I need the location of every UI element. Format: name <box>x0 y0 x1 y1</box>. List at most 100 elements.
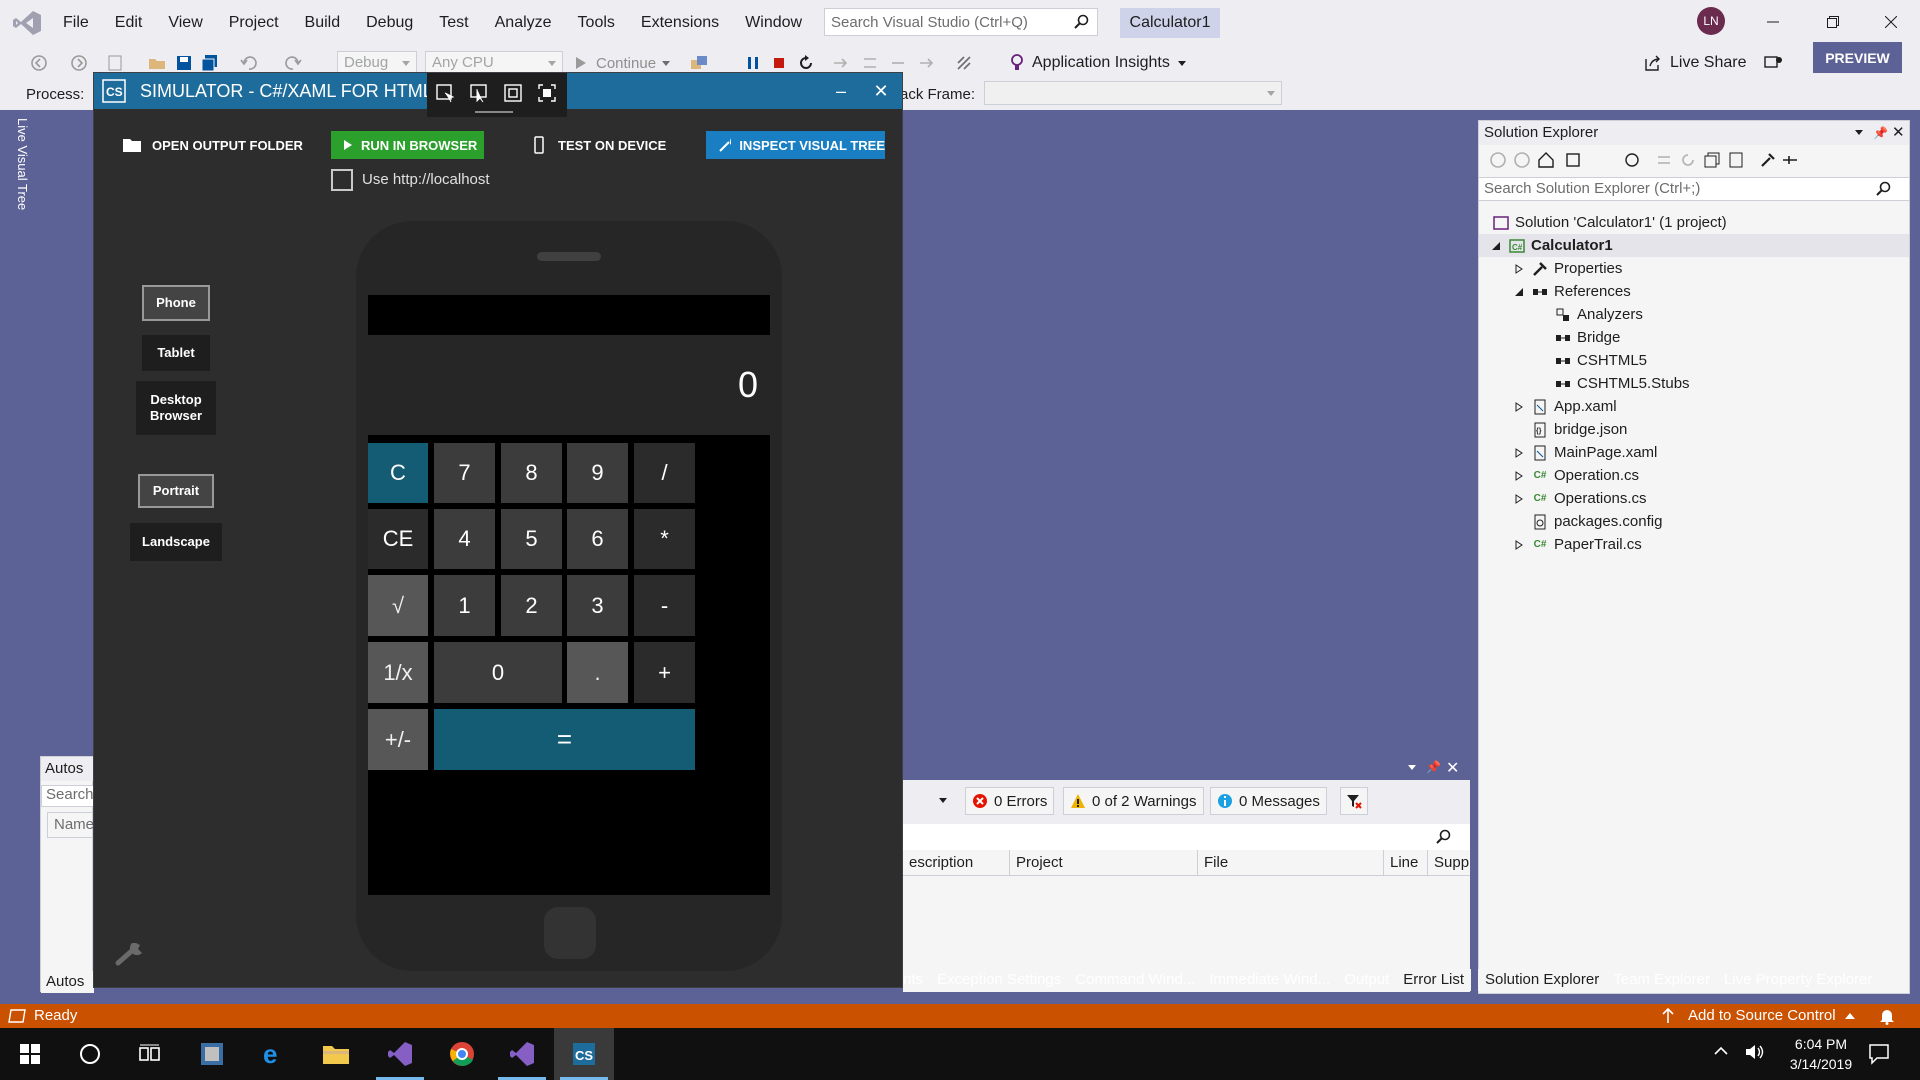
phone-home-button[interactable] <box>544 907 596 959</box>
forward-icon[interactable] <box>1513 151 1531 169</box>
collapsed-arrow-icon[interactable] <box>1512 492 1526 506</box>
expanded-arrow-icon[interactable] <box>1512 285 1526 299</box>
inspect-visual-tree-button[interactable]: INSPECT VISUAL TREE <box>706 131 885 159</box>
tree-item-app-xaml[interactable]: App.xaml <box>1479 395 1909 418</box>
undo-icon[interactable] <box>240 54 258 72</box>
file-explorer-icon[interactable] <box>306 1028 366 1080</box>
tab-error-list[interactable]: Error List <box>1396 969 1472 991</box>
key-subtract[interactable]: - <box>634 575 695 636</box>
display-layout-icon[interactable] <box>503 83 522 102</box>
key-divide[interactable]: / <box>634 443 695 503</box>
device-phone-button[interactable]: Phone <box>142 285 210 321</box>
key-clear[interactable]: C <box>368 443 428 503</box>
tree-item-properties[interactable]: Properties <box>1479 257 1909 280</box>
tree-item-bridge-json[interactable]: {} bridge.json <box>1479 418 1909 441</box>
tree-item-cshtml5[interactable]: CSHTML5 <box>1479 349 1909 372</box>
redo-icon[interactable] <box>284 54 302 72</box>
key-1[interactable]: 1 <box>434 575 495 636</box>
add-to-source-control-button[interactable]: Add to Source Control <box>1688 1004 1836 1028</box>
action-center-icon[interactable] <box>1868 1043 1890 1065</box>
menu-build[interactable]: Build <box>292 0 354 46</box>
save-icon[interactable] <box>175 54 193 72</box>
tab-solution-explorer[interactable]: Solution Explorer <box>1478 969 1607 991</box>
scope-dropdown-arrow-icon[interactable] <box>939 798 947 803</box>
autos-search-input[interactable]: Search <box>41 785 94 807</box>
key-negate[interactable]: +/- <box>368 709 428 770</box>
test-on-device-button[interactable]: TEST ON DEVICE <box>534 131 666 159</box>
key-clear-entry[interactable]: CE <box>368 509 428 569</box>
key-0[interactable]: 0 <box>434 642 562 703</box>
tab-live-property-explorer[interactable]: Live Property Explorer <box>1717 969 1879 991</box>
window-menu-icon[interactable] <box>1855 130 1863 135</box>
pause-icon[interactable] <box>744 54 762 72</box>
preview-selected-icon[interactable] <box>1781 151 1799 169</box>
process-icon[interactable] <box>690 54 708 72</box>
device-desktop-browser-button[interactable]: Desktop Browser <box>136 381 216 435</box>
settings-wrench-icon[interactable] <box>114 937 150 967</box>
tree-item-papertrail-cs[interactable]: C# PaperTrail.cs <box>1479 533 1909 556</box>
pin-icon[interactable]: 📌 <box>1873 121 1888 145</box>
cortana-search-icon[interactable] <box>60 1028 120 1080</box>
column-file[interactable]: File <box>1197 850 1383 876</box>
menu-extensions[interactable]: Extensions <box>628 0 732 46</box>
back-icon[interactable] <box>1489 151 1507 169</box>
simulator-close-button[interactable]: ✕ <box>861 73 901 109</box>
minimize-button[interactable] <box>1745 0 1801 44</box>
step-into-icon[interactable] <box>862 54 880 72</box>
restart-icon[interactable] <box>797 54 815 72</box>
forward-icon[interactable] <box>70 54 88 72</box>
quick-launch-search-input[interactable]: Search Visual Studio (Ctrl+Q) <box>824 8 1098 36</box>
pending-changes-icon[interactable] <box>1623 151 1641 169</box>
new-project-icon[interactable] <box>106 54 124 72</box>
close-panel-icon[interactable]: ✕ <box>1446 758 1459 778</box>
preview-button[interactable]: PREVIEW <box>1813 42 1902 73</box>
edge-browser-icon[interactable]: e <box>244 1028 304 1080</box>
menu-window[interactable]: Window <box>732 0 815 46</box>
tree-item-packages-config[interactable]: packages.config <box>1479 510 1909 533</box>
key-decimal[interactable]: . <box>567 642 628 703</box>
menu-project[interactable]: Project <box>216 0 292 46</box>
step-over-icon[interactable] <box>890 54 908 72</box>
show-hidden-icons-chevron-icon[interactable] <box>1714 1046 1728 1056</box>
clear-filter-button[interactable] <box>1340 787 1368 815</box>
chrome-browser-icon[interactable] <box>432 1028 492 1080</box>
tree-item-project[interactable]: C# Calculator1 <box>1479 234 1909 257</box>
tab-output[interactable]: Output <box>1337 969 1396 991</box>
key-7[interactable]: 7 <box>434 443 495 503</box>
messages-filter-button[interactable]: 0 Messages <box>1210 787 1327 815</box>
tree-item-operations-cs[interactable]: C# Operations.cs <box>1479 487 1909 510</box>
collapsed-arrow-icon[interactable] <box>1512 446 1526 460</box>
orientation-landscape-button[interactable]: Landscape <box>130 523 222 561</box>
key-5[interactable]: 5 <box>501 509 562 569</box>
column-suppression[interactable]: Supp <box>1427 850 1470 876</box>
close-window-button[interactable] <box>1863 0 1919 44</box>
app-taskbar-icon[interactable] <box>182 1028 242 1080</box>
restore-button[interactable] <box>1805 0 1861 44</box>
live-share-button[interactable]: Live Share <box>1644 46 1747 80</box>
tree-item-cshtml5-stubs[interactable]: CSHTML5.Stubs <box>1479 372 1909 395</box>
menu-debug[interactable]: Debug <box>353 0 426 46</box>
key-4[interactable]: 4 <box>434 509 495 569</box>
key-multiply[interactable]: * <box>634 509 695 569</box>
pointer-icon[interactable] <box>469 83 487 103</box>
collapsed-arrow-icon[interactable] <box>1512 469 1526 483</box>
key-2[interactable]: 2 <box>501 575 562 636</box>
visual-studio-taskbar-icon[interactable] <box>370 1028 430 1080</box>
task-view-icon[interactable] <box>120 1028 180 1080</box>
error-list-menu-icon[interactable] <box>1408 765 1416 770</box>
open-output-folder-button[interactable]: OPEN OUTPUT FOLDER <box>122 131 303 159</box>
close-panel-icon[interactable]: ✕ <box>1892 121 1905 145</box>
stack-frame-dropdown[interactable] <box>984 81 1282 105</box>
autos-tab[interactable]: Autos <box>41 971 94 993</box>
key-3[interactable]: 3 <box>567 575 628 636</box>
live-visual-tree-tab[interactable]: Live Visual Tree <box>12 118 30 210</box>
switch-views-icon[interactable] <box>1565 151 1583 169</box>
menu-tools[interactable]: Tools <box>565 0 628 46</box>
menu-view[interactable]: View <box>155 0 215 46</box>
save-all-icon[interactable] <box>201 54 219 72</box>
key-square-root[interactable]: √ <box>368 575 428 636</box>
application-insights-button[interactable]: Application Insights <box>1010 46 1186 80</box>
tree-item-bridge[interactable]: Bridge <box>1479 326 1909 349</box>
key-8[interactable]: 8 <box>501 443 562 503</box>
key-add[interactable]: + <box>634 642 695 703</box>
